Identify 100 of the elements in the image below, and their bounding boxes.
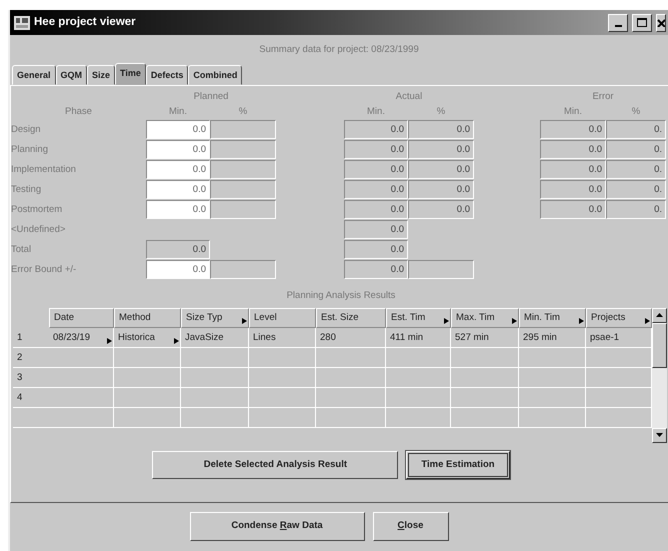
column-header: Level [249,308,316,328]
table-cell [49,408,114,428]
scroll-down-button[interactable] [652,428,667,442]
action-button[interactable]: Time Estimation [406,450,510,479]
value-field: 0.0 [146,240,210,260]
table-cell [316,388,386,408]
value-field: 0.0 [344,240,408,260]
value-field: 0.0 [344,120,408,140]
column-header: Phase [64,105,93,120]
tab[interactable]: General [12,65,56,86]
tab[interactable]: Size [87,65,116,86]
row-label: <Undefined> [11,223,66,238]
column-header: Est. Size [316,308,386,328]
column-header: % [436,105,446,120]
row-label: Design [11,123,42,138]
value-field: 0. [606,140,666,160]
table-cell [386,348,451,368]
column-header: Min. [366,105,386,120]
column-header: Date [49,308,114,328]
column-group-header: Planned [192,90,230,104]
tab[interactable]: Time [115,63,146,86]
table-cell [519,408,586,428]
row-label: Planning [11,143,49,158]
column-header: Projects [586,308,652,328]
table-cell [49,368,114,388]
table-cell [451,348,519,368]
table-cell [316,348,386,368]
table-cell [249,408,316,428]
section-title: Planning Analysis Results [286,289,396,304]
table-cell [114,348,181,368]
table-cell [316,368,386,388]
value-field: 0.0 [408,180,474,200]
table-cell [386,388,451,408]
table-cell [249,348,316,368]
action-button[interactable]: Delete Selected Analysis Result [152,450,398,479]
column-header: Min. Tim [519,308,586,328]
input-field[interactable]: 0.0 [146,180,210,200]
scrollbar-thumb[interactable] [652,322,667,368]
input-field[interactable]: 0.0 [146,160,210,180]
value-field: 0.0 [540,120,606,140]
value-field: 0.0 [344,220,408,240]
column-group-header: Actual [394,90,424,104]
table-cell: 527 min [451,328,519,348]
column-header: Size Typ [181,308,249,328]
table-cell [316,408,386,428]
row-label: Error Bound +/- [11,263,78,278]
tab[interactable]: Combined [188,65,242,86]
maximize-button[interactable] [632,14,652,32]
value-field: 0.0 [540,180,606,200]
row-number: 1 [13,328,49,348]
down-arrow-icon [656,433,663,437]
table-cell [249,388,316,408]
tab[interactable]: Defects [146,65,188,86]
table-cell [49,348,114,368]
input-field[interactable]: 0.0 [146,200,210,220]
input-field[interactable]: 0.0 [146,120,210,140]
table-cell [386,408,451,428]
column-header: Est. Tim [386,308,451,328]
input-field[interactable]: 0.0 [146,260,210,280]
maximize-icon [637,18,647,27]
table-cell [181,348,249,368]
action-button[interactable]: Condense Raw Data [190,512,364,540]
row-label: Implementation [11,163,77,178]
value-field: 0.0 [408,160,474,180]
close-button[interactable] [656,14,666,32]
column-header: % [238,105,248,120]
table-cell [386,368,451,388]
action-button[interactable]: Close [372,512,448,540]
table-cell: 411 min [386,328,451,348]
table-cell: Lines [249,328,316,348]
row-label: Testing [11,183,42,198]
table-cell: JavaSize [181,328,249,348]
row-number: 2 [13,348,49,368]
table-cell: 280 [316,328,386,348]
value-field: 0. [606,200,666,220]
input-field[interactable]: 0.0 [146,140,210,160]
value-field: 0.0 [344,200,408,220]
value-field: 0. [606,160,666,180]
summary-label: Summary data for project: 08/23/1999 [258,43,420,57]
value-field: 0.0 [540,160,606,180]
row-label: Postmortem [11,203,64,218]
table-cell: 08/23/19 [49,328,114,348]
value-field: 0.0 [344,140,408,160]
scroll-up-button[interactable] [652,308,667,322]
value-field: 0.0 [540,140,606,160]
row-label: Total [11,243,32,258]
tab[interactable]: GQM [56,65,88,86]
value-field: 0.0 [344,260,408,280]
value-field: 0.0 [408,120,474,140]
minimize-button[interactable] [608,14,628,32]
value-field: 0.0 [344,160,408,180]
table-cell [49,388,114,408]
table-cell [451,408,519,428]
value-field: 0.0 [344,180,408,200]
column-header: Min. [168,105,188,120]
table-cell [451,388,519,408]
column-group-header: Error [591,90,615,104]
table-cell [114,408,181,428]
up-arrow-icon [656,313,663,317]
column-header: % [630,105,642,120]
